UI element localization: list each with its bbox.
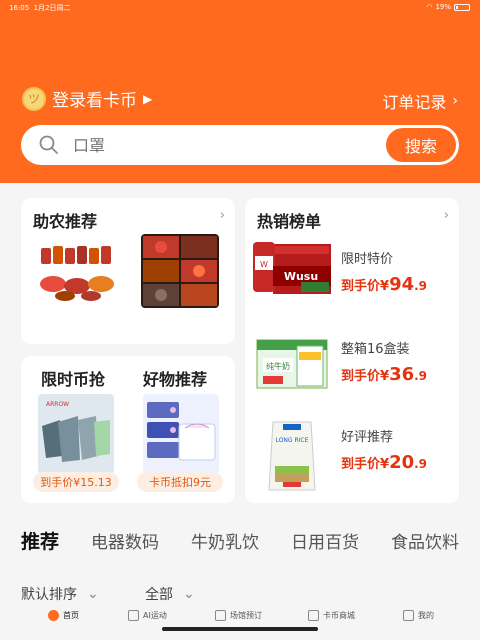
product-image-milk: 纯牛奶 [256,339,328,389]
svg-text:Wusu: Wusu [284,270,318,283]
mall-icon [308,610,319,621]
status-time: 16:05 1月2日周二 [9,4,71,12]
search-input[interactable] [73,133,373,157]
battery-percent: 19% [435,3,451,11]
category-label: 全部 [145,587,173,603]
wifi-icon: ◠ [426,3,433,11]
product-image-pickles[interactable] [37,240,119,304]
chevron-right-icon: › [443,208,449,223]
chevron-right-icon: › [219,208,225,223]
product-image-beer: W Wusu [253,242,331,294]
search-bar: 搜索 [21,125,459,165]
nav-home[interactable]: 首页 [48,610,79,621]
venue-icon [215,610,226,621]
good-goods-title[interactable]: 好物推荐 [143,366,207,390]
hot-item-label: 好评推荐 [341,430,394,445]
battery-icon [454,3,470,11]
hot-list-card[interactable]: 热销榜单 › W Wusu 限时特价 到手价¥94.9 纯牛奶 整箱16盒装 到… [245,198,459,503]
flash-goods-card: 限时币抢 好物推荐 ARROW 到手价¥15.13 卡币抵扣9元 [21,356,235,503]
tab-daily-goods[interactable]: 日用百货 [291,528,359,553]
product-image-rice: LONG RICE [268,421,316,491]
hot-item-price: 到手价¥20.9 [341,452,428,473]
hot-item[interactable]: 纯牛奶 整箱16盒装 到手价¥36.9 [245,326,459,416]
tab-recommend[interactable]: 推荐 [21,527,59,554]
hot-item-label: 整箱16盒装 [341,342,410,357]
hot-list-title: 热销榜单 [257,212,322,231]
product-image-underwear[interactable]: ARROW [38,394,114,474]
chevron-right-icon: › [452,93,458,109]
profile-icon [403,610,414,621]
nav-coin-mall[interactable]: 卡币商城 [308,610,355,621]
coin-deduct-badge: 卡币抵扣9元 [137,472,223,492]
svg-text:W: W [260,260,268,269]
search-button[interactable]: 搜索 [386,128,456,162]
svg-text:纯牛奶: 纯牛奶 [266,361,290,371]
sort-label: 默认排序 [21,587,77,603]
category-tabs: 推荐 电器数码 牛奶乳饮 日用百货 食品饮料 [0,528,480,560]
sort-dropdown[interactable]: 默认排序 ⌄ [21,584,99,604]
ai-sport-icon [128,610,139,621]
login-label: 登录看卡币 [52,91,137,111]
zhunong-card[interactable]: 助农推荐 › [21,198,235,344]
chevron-down-icon: ⌄ [183,586,195,602]
hot-item-price: 到手价¥94.9 [341,274,428,295]
zhunong-title: 助农推荐 [33,212,98,231]
flash-sale-title[interactable]: 限时币抢 [41,366,105,390]
order-records-label: 订单记录 [382,93,447,112]
nav-ai-sport[interactable]: AI运动 [128,610,167,621]
product-image-dishes[interactable] [141,234,219,308]
header: 16:05 1月2日周二 ◠ 19% ツ 登录看卡币 ▶ 订单记录 › 搜索 [0,0,480,183]
hot-item-label: 限时特价 [341,252,394,267]
hot-item[interactable]: LONG RICE 好评推荐 到手价¥20.9 [245,414,459,504]
login-link[interactable]: ツ 登录看卡币 ▶ [22,86,152,111]
chevron-down-icon: ⌄ [87,586,99,602]
hot-item[interactable]: W Wusu 限时特价 到手价¥94.9 [245,236,459,326]
coin-avatar-icon: ツ [22,86,46,111]
home-icon [48,610,59,621]
flash-sale-price: 到手价¥15.13 [33,472,119,492]
category-dropdown[interactable]: 全部 ⌄ [145,584,195,604]
tab-milk-drinks[interactable]: 牛奶乳饮 [191,528,259,553]
filter-bar: 默认排序 ⌄ 全部 ⌄ [0,584,480,604]
tab-electronics[interactable]: 电器数码 [91,528,159,553]
status-bar: 16:05 1月2日周二 ◠ 19% [0,2,480,14]
play-arrow-icon: ▶ [143,91,153,106]
hot-item-price: 到手价¥36.9 [341,364,428,385]
search-icon [39,135,58,154]
tab-food-drinks[interactable]: 食品饮料 [391,528,459,553]
product-image-tissues[interactable] [143,394,219,474]
home-indicator [162,627,318,631]
nav-mine[interactable]: 我的 [403,610,434,621]
bottom-nav: 首页 AI运动 场馆预订 卡币商城 我的 [0,604,480,640]
order-records-link[interactable]: 订单记录 › [382,89,458,113]
status-right: ◠ 19% [426,3,470,11]
svg-text:LONG RICE: LONG RICE [276,437,309,444]
nav-venue-booking[interactable]: 场馆预订 [215,610,262,621]
svg-text:ARROW: ARROW [46,401,69,408]
